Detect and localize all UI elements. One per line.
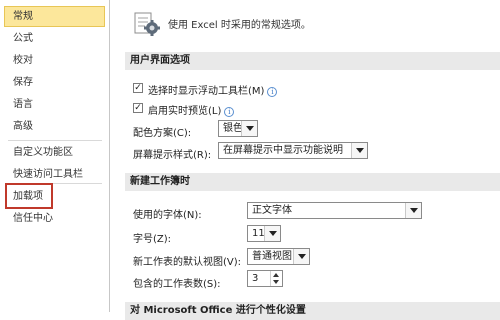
color-scheme-label: 配色方案(C): — [133, 128, 192, 139]
options-sidebar: 常规 公式 校对 保存 语言 高级 自定义功能区 快速访问工具栏 加载项 信任中… — [0, 0, 110, 312]
sidebar-item-quick-access-toolbar[interactable]: 快速访问工具栏 — [4, 164, 105, 185]
sheet-count-label: 包含的工作表数(S): — [133, 279, 221, 290]
sidebar-item-formulas[interactable]: 公式 — [4, 28, 105, 49]
sheet-count-stepper[interactable]: 3 — [247, 270, 283, 287]
mini-toolbar-label: 选择时显示浮动工具栏(M) — [148, 86, 265, 97]
sidebar-item-customize-ribbon[interactable]: 自定义功能区 — [4, 142, 105, 163]
chevron-up-icon[interactable] — [273, 273, 279, 277]
chevron-down-icon[interactable] — [241, 121, 257, 136]
live-preview-label: 启用实时预览(L) — [148, 106, 222, 117]
sidebar-item-general[interactable]: 常规 — [4, 6, 105, 27]
options-main-panel: 使用 Excel 时采用的常规选项。 用户界面选项 ✓ 选择时显示浮动工具栏(M… — [111, 0, 500, 320]
font-size-label: 字号(Z): — [133, 234, 172, 245]
default-view-label: 新工作表的默认视图(V): — [133, 257, 242, 268]
section-ui-options: 用户界面选项 — [125, 52, 500, 70]
mini-toolbar-checkbox[interactable]: ✓ — [133, 83, 143, 93]
font-label: 使用的字体(N): — [133, 210, 202, 221]
info-icon: i — [224, 107, 235, 117]
section-personalize: 对 Microsoft Office 进行个性化设置 — [125, 302, 500, 320]
screentip-style-value: 在屏幕提示中显示功能说明 — [223, 145, 343, 156]
add-ins-highlight-box — [5, 183, 53, 209]
mini-toolbar-option: 选择时显示浮动工具栏(M) i — [148, 82, 278, 97]
sidebar-item-trust-center[interactable]: 信任中心 — [4, 208, 105, 229]
page-description: 使用 Excel 时采用的常规选项。 — [168, 20, 311, 31]
chevron-down-icon[interactable] — [405, 203, 421, 218]
sidebar-item-proofing[interactable]: 校对 — [4, 50, 105, 71]
sidebar-divider — [8, 140, 102, 141]
screentip-style-label: 屏幕提示样式(R): — [133, 150, 212, 161]
font-value: 正文字体 — [252, 205, 292, 216]
stepper-arrows[interactable] — [270, 271, 282, 286]
chevron-down-icon[interactable] — [264, 226, 280, 241]
font-size-select[interactable]: 11 — [247, 225, 281, 242]
live-preview-option: 启用实时预览(L) i — [148, 102, 235, 117]
options-general-icon — [134, 12, 160, 36]
chevron-down-icon[interactable] — [293, 249, 309, 264]
font-size-value: 11 — [252, 228, 265, 239]
color-scheme-select[interactable]: 银色 — [218, 120, 258, 137]
sheet-count-value: 3 — [252, 273, 259, 284]
screentip-style-select[interactable]: 在屏幕提示中显示功能说明 — [218, 142, 368, 159]
section-new-workbook: 新建工作簿时 — [125, 173, 500, 191]
color-scheme-value: 银色 — [223, 123, 243, 134]
sidebar-item-language[interactable]: 语言 — [4, 94, 105, 115]
default-view-value: 普通视图 — [252, 251, 292, 262]
default-view-select[interactable]: 普通视图 — [247, 248, 310, 265]
font-select[interactable]: 正文字体 — [247, 202, 422, 219]
info-icon: i — [267, 87, 278, 97]
chevron-down-icon[interactable] — [351, 143, 367, 158]
live-preview-checkbox[interactable]: ✓ — [133, 103, 143, 113]
chevron-down-icon[interactable] — [273, 280, 279, 284]
sidebar-item-save[interactable]: 保存 — [4, 72, 105, 93]
sidebar-item-advanced[interactable]: 高级 — [4, 116, 105, 137]
